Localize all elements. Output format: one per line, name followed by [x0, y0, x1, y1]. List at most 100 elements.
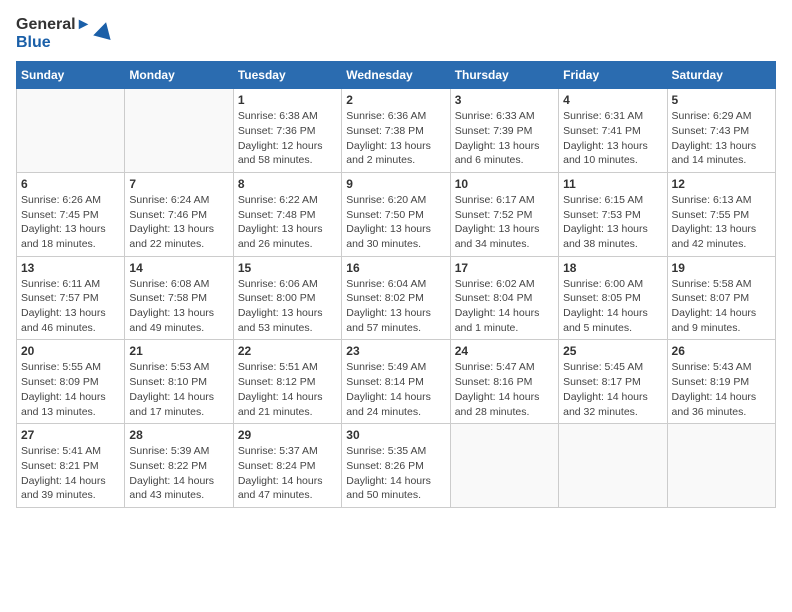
- calendar-cell: 8 Sunrise: 6:22 AMSunset: 7:48 PMDaylight…: [233, 172, 341, 256]
- calendar-day-header: Friday: [559, 62, 667, 89]
- calendar-day-header: Monday: [125, 62, 233, 89]
- calendar-cell: 13Sunrise: 6:11 AMSunset: 7:57 PMDayligh…: [17, 256, 125, 340]
- logo-text: General► Blue: [16, 16, 91, 51]
- calendar-week-row: 27 Sunrise: 5:41 AMSunset: 8:21 PMDayligh…: [17, 424, 776, 508]
- calendar-cell: 25 Sunrise: 5:45 AMSunset: 8:17 PMDayligh…: [559, 340, 667, 424]
- calendar-cell: 22Sunrise: 5:51 AMSunset: 8:12 PMDayligh…: [233, 340, 341, 424]
- day-number: 1: [238, 93, 337, 107]
- day-number: 26: [672, 344, 771, 358]
- day-number: 21: [129, 344, 228, 358]
- day-number: 4: [563, 93, 662, 107]
- calendar-cell: 12Sunrise: 6:13 AMSunset: 7:55 PMDayligh…: [667, 172, 775, 256]
- logo-triangle-icon: [94, 20, 116, 40]
- calendar-cell: 21 Sunrise: 5:53 AMSunset: 8:10 PMDayligh…: [125, 340, 233, 424]
- calendar-cell: 9 Sunrise: 6:20 AMSunset: 7:50 PMDaylight…: [342, 172, 450, 256]
- day-number: 20: [21, 344, 120, 358]
- calendar-cell: [125, 89, 233, 173]
- calendar-cell: 16 Sunrise: 6:04 AMSunset: 8:02 PMDayligh…: [342, 256, 450, 340]
- day-info: Sunrise: 6:00 AMSunset: 8:05 PMDaylight:…: [563, 277, 662, 336]
- day-number: 22: [238, 344, 337, 358]
- calendar-week-row: 20 Sunrise: 5:55 AMSunset: 8:09 PMDayligh…: [17, 340, 776, 424]
- day-info: Sunrise: 6:38 AMSunset: 7:36 PMDaylight:…: [238, 109, 337, 168]
- logo-line1: General►: [16, 16, 91, 34]
- day-info: Sunrise: 6:36 AMSunset: 7:38 PMDaylight:…: [346, 109, 445, 168]
- calendar-cell: 23 Sunrise: 5:49 AMSunset: 8:14 PMDayligh…: [342, 340, 450, 424]
- calendar-cell: 1 Sunrise: 6:38 AMSunset: 7:36 PMDaylight…: [233, 89, 341, 173]
- day-number: 16: [346, 261, 445, 275]
- day-number: 8: [238, 177, 337, 191]
- day-number: 15: [238, 261, 337, 275]
- calendar-day-header: Tuesday: [233, 62, 341, 89]
- logo-line2: Blue: [16, 34, 91, 52]
- calendar-cell: 28 Sunrise: 5:39 AMSunset: 8:22 PMDayligh…: [125, 424, 233, 508]
- day-info: Sunrise: 6:29 AMSunset: 7:43 PMDaylight:…: [672, 109, 771, 168]
- day-info: Sunrise: 5:37 AMSunset: 8:24 PMDaylight:…: [238, 444, 337, 503]
- calendar-cell: 20 Sunrise: 5:55 AMSunset: 8:09 PMDayligh…: [17, 340, 125, 424]
- day-number: 27: [21, 428, 120, 442]
- day-info: Sunrise: 6:13 AMSunset: 7:55 PMDaylight:…: [672, 193, 771, 252]
- calendar-cell: 17 Sunrise: 6:02 AMSunset: 8:04 PMDayligh…: [450, 256, 558, 340]
- calendar-cell: 4 Sunrise: 6:31 AMSunset: 7:41 PMDaylight…: [559, 89, 667, 173]
- day-info: Sunrise: 5:43 AMSunset: 8:19 PMDaylight:…: [672, 360, 771, 419]
- day-info: Sunrise: 5:39 AMSunset: 8:22 PMDaylight:…: [129, 444, 228, 503]
- day-number: 25: [563, 344, 662, 358]
- day-info: Sunrise: 6:22 AMSunset: 7:48 PMDaylight:…: [238, 193, 337, 252]
- calendar-cell: [17, 89, 125, 173]
- day-number: 3: [455, 93, 554, 107]
- calendar-cell: [559, 424, 667, 508]
- day-number: 10: [455, 177, 554, 191]
- day-number: 28: [129, 428, 228, 442]
- day-info: Sunrise: 6:20 AMSunset: 7:50 PMDaylight:…: [346, 193, 445, 252]
- calendar-cell: 30Sunrise: 5:35 AMSunset: 8:26 PMDayligh…: [342, 424, 450, 508]
- logo-general-text: General: [16, 16, 76, 33]
- day-number: 29: [238, 428, 337, 442]
- day-info: Sunrise: 5:55 AMSunset: 8:09 PMDaylight:…: [21, 360, 120, 419]
- day-info: Sunrise: 5:45 AMSunset: 8:17 PMDaylight:…: [563, 360, 662, 419]
- header: General► Blue: [16, 16, 776, 51]
- day-info: Sunrise: 6:02 AMSunset: 8:04 PMDaylight:…: [455, 277, 554, 336]
- day-info: Sunrise: 5:35 AMSunset: 8:26 PMDaylight:…: [346, 444, 445, 503]
- day-info: Sunrise: 6:26 AMSunset: 7:45 PMDaylight:…: [21, 193, 120, 252]
- day-number: 19: [672, 261, 771, 275]
- day-number: 17: [455, 261, 554, 275]
- day-number: 13: [21, 261, 120, 275]
- day-info: Sunrise: 5:49 AMSunset: 8:14 PMDaylight:…: [346, 360, 445, 419]
- calendar-header-row: SundayMondayTuesdayWednesdayThursdayFrid…: [17, 62, 776, 89]
- day-number: 5: [672, 93, 771, 107]
- day-info: Sunrise: 5:47 AMSunset: 8:16 PMDaylight:…: [455, 360, 554, 419]
- calendar-cell: 24 Sunrise: 5:47 AMSunset: 8:16 PMDayligh…: [450, 340, 558, 424]
- day-number: 23: [346, 344, 445, 358]
- calendar-cell: 26 Sunrise: 5:43 AMSunset: 8:19 PMDayligh…: [667, 340, 775, 424]
- day-info: Sunrise: 6:33 AMSunset: 7:39 PMDaylight:…: [455, 109, 554, 168]
- day-number: 11: [563, 177, 662, 191]
- day-info: Sunrise: 6:31 AMSunset: 7:41 PMDaylight:…: [563, 109, 662, 168]
- calendar-cell: [450, 424, 558, 508]
- calendar-cell: 6 Sunrise: 6:26 AMSunset: 7:45 PMDaylight…: [17, 172, 125, 256]
- calendar-cell: 2 Sunrise: 6:36 AMSunset: 7:38 PMDaylight…: [342, 89, 450, 173]
- calendar-cell: 18Sunrise: 6:00 AMSunset: 8:05 PMDayligh…: [559, 256, 667, 340]
- calendar-cell: 14Sunrise: 6:08 AMSunset: 7:58 PMDayligh…: [125, 256, 233, 340]
- day-info: Sunrise: 6:08 AMSunset: 7:58 PMDaylight:…: [129, 277, 228, 336]
- day-number: 6: [21, 177, 120, 191]
- day-info: Sunrise: 6:15 AMSunset: 7:53 PMDaylight:…: [563, 193, 662, 252]
- day-number: 2: [346, 93, 445, 107]
- calendar-cell: 7Sunrise: 6:24 AMSunset: 7:46 PMDaylight…: [125, 172, 233, 256]
- calendar-cell: 27 Sunrise: 5:41 AMSunset: 8:21 PMDayligh…: [17, 424, 125, 508]
- day-info: Sunrise: 6:04 AMSunset: 8:02 PMDaylight:…: [346, 277, 445, 336]
- calendar-day-header: Wednesday: [342, 62, 450, 89]
- calendar-week-row: 1 Sunrise: 6:38 AMSunset: 7:36 PMDaylight…: [17, 89, 776, 173]
- day-info: Sunrise: 5:41 AMSunset: 8:21 PMDaylight:…: [21, 444, 120, 503]
- day-number: 9: [346, 177, 445, 191]
- logo-blue-text: ►: [76, 16, 92, 33]
- calendar-day-header: Thursday: [450, 62, 558, 89]
- day-info: Sunrise: 5:53 AMSunset: 8:10 PMDaylight:…: [129, 360, 228, 419]
- day-number: 24: [455, 344, 554, 358]
- calendar-cell: 19 Sunrise: 5:58 AMSunset: 8:07 PMDayligh…: [667, 256, 775, 340]
- calendar-day-header: Sunday: [17, 62, 125, 89]
- calendar-week-row: 13Sunrise: 6:11 AMSunset: 7:57 PMDayligh…: [17, 256, 776, 340]
- calendar-cell: 5 Sunrise: 6:29 AMSunset: 7:43 PMDaylight…: [667, 89, 775, 173]
- calendar-cell: [667, 424, 775, 508]
- day-info: Sunrise: 5:58 AMSunset: 8:07 PMDaylight:…: [672, 277, 771, 336]
- calendar-cell: 15Sunrise: 6:06 AMSunset: 8:00 PMDayligh…: [233, 256, 341, 340]
- day-number: 7: [129, 177, 228, 191]
